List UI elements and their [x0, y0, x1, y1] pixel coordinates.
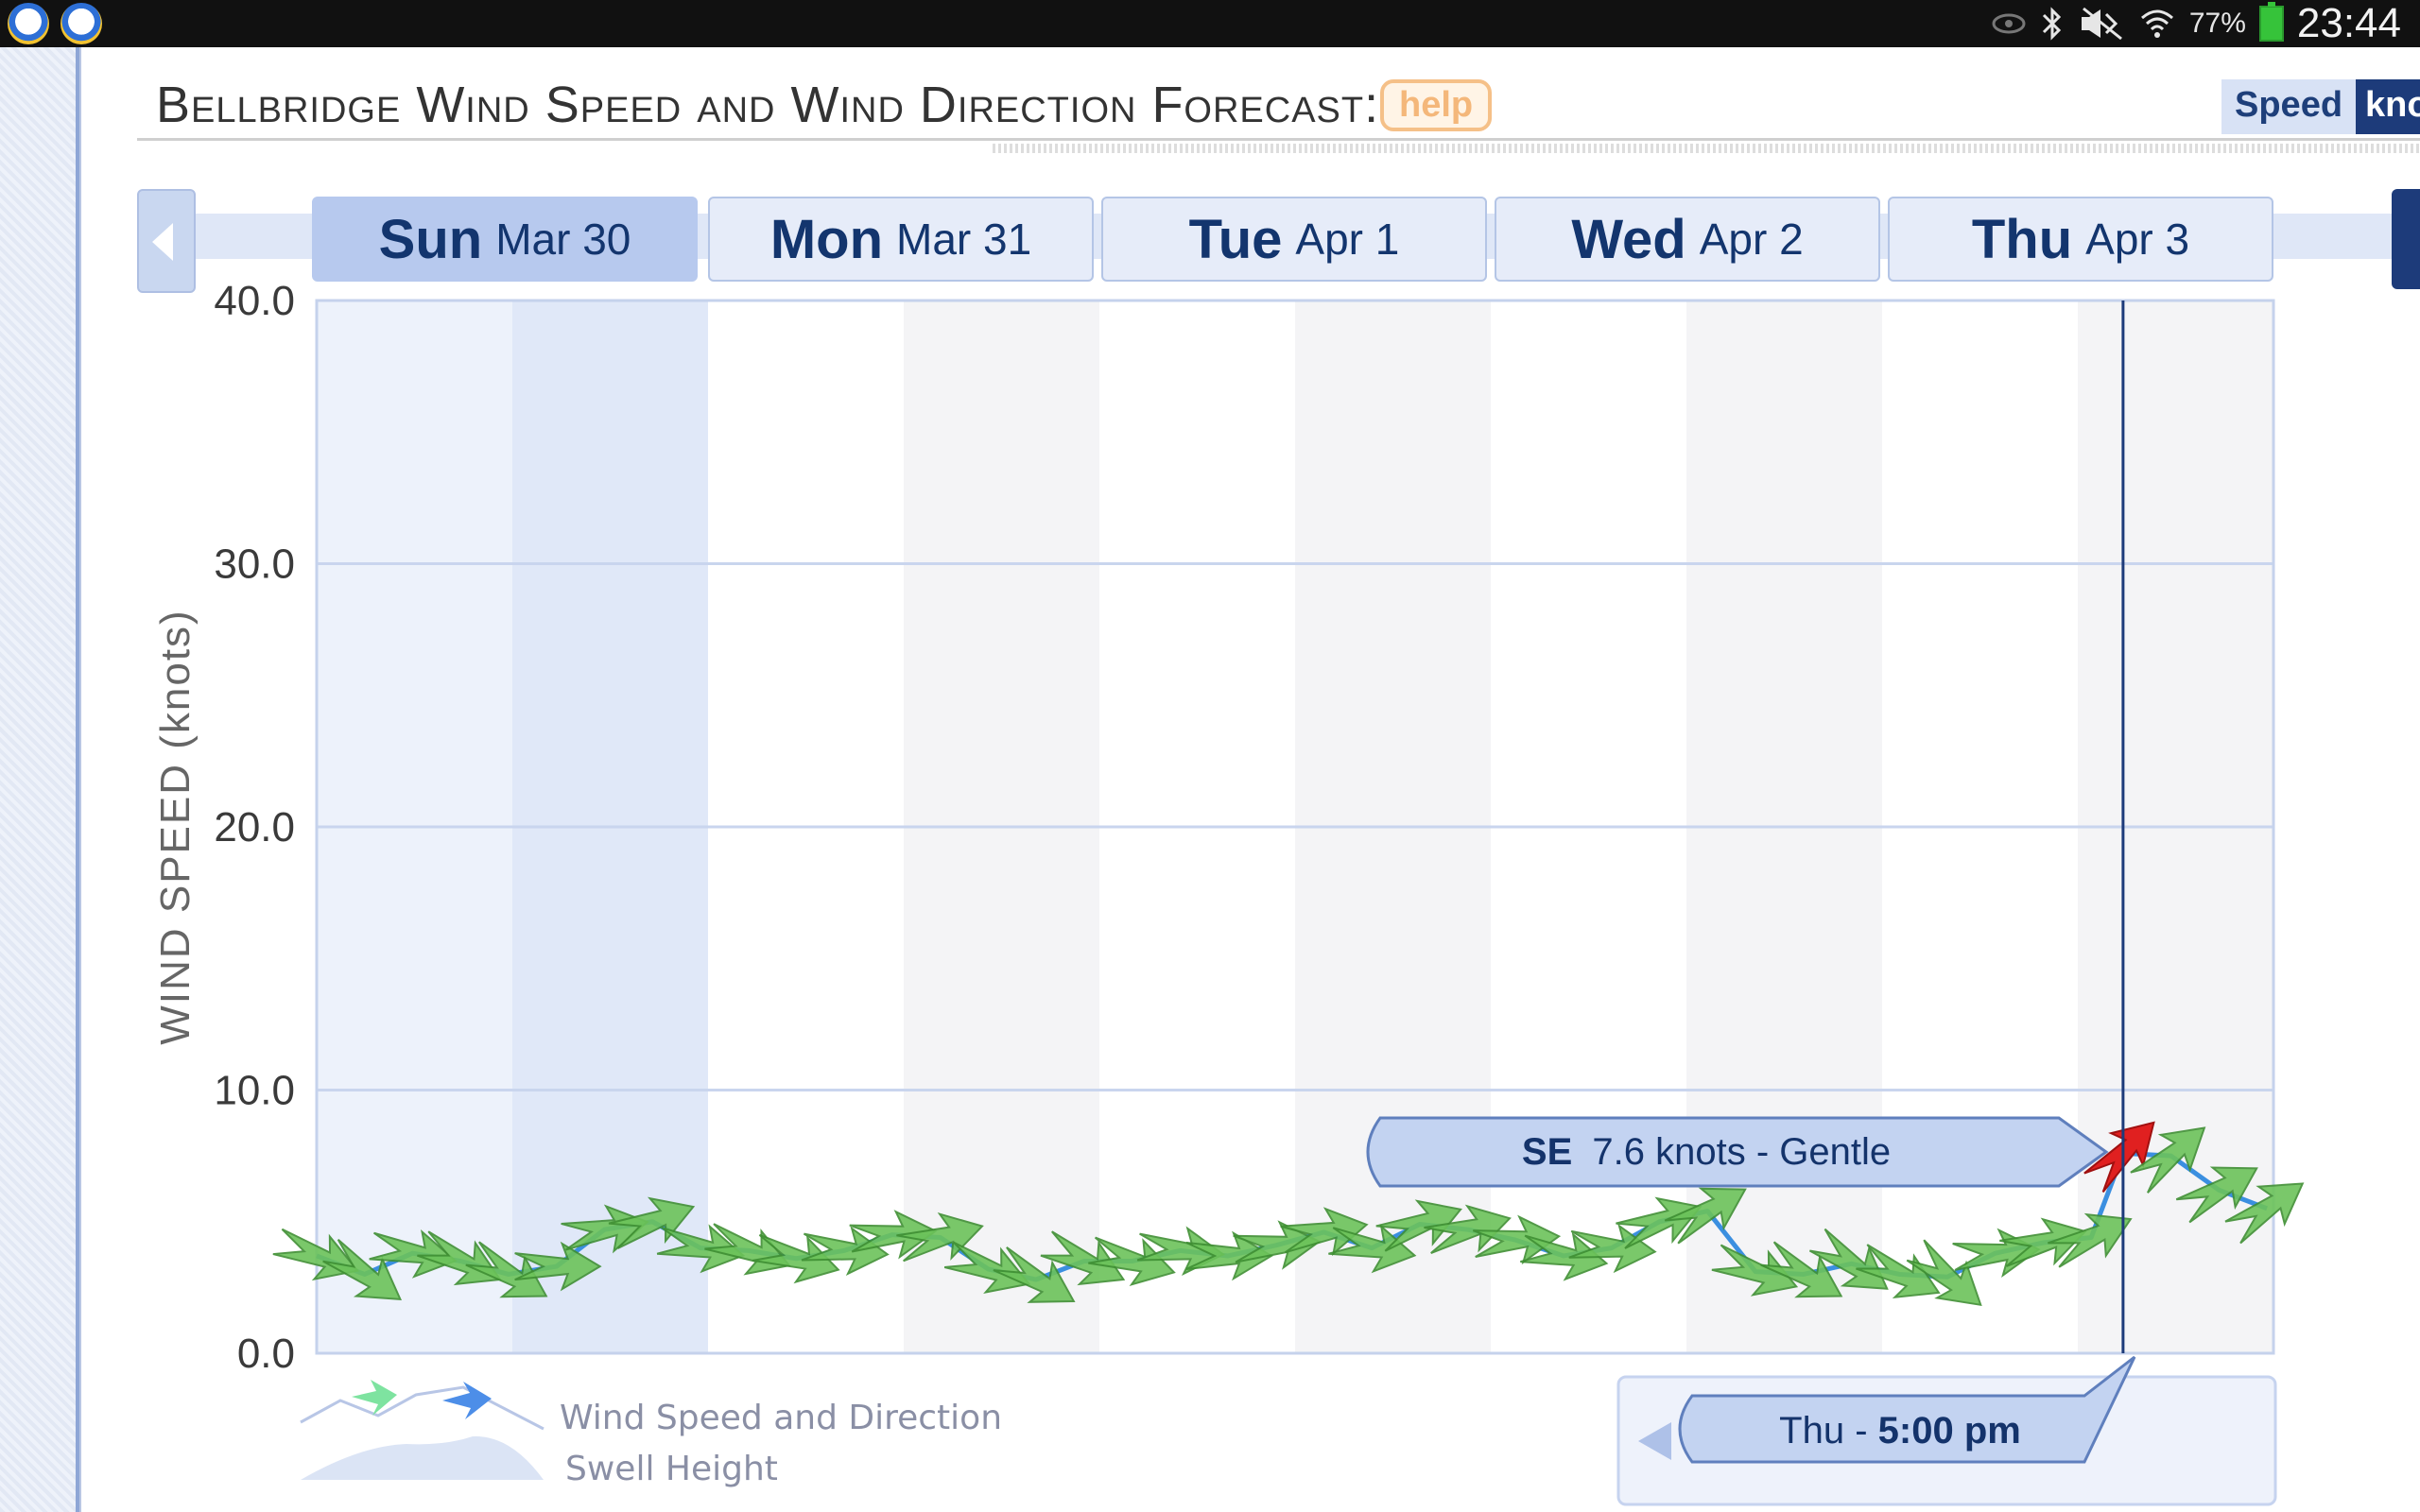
- tooltip-direction: SE: [1522, 1131, 1572, 1173]
- tooltip-label: SE 7.6 knots - Gentle: [1522, 1131, 1891, 1173]
- time-marker-label: Thu - 5:00 pm: [1779, 1410, 2021, 1452]
- y-tick-label: 30.0: [214, 541, 295, 588]
- y-tick-label: 0.0: [237, 1331, 295, 1377]
- time-marker-day: Thu -: [1779, 1410, 1877, 1452]
- y-tick-label: 10.0: [214, 1068, 295, 1114]
- wind-chart: 0.0 10.0 20.0 30.0 40.0 WIND SPEED (knots) S…: [152, 278, 2305, 1506]
- y-tick-label: 40.0: [214, 278, 295, 324]
- chart-legend: Wind Speed and Direction Swell Height: [300, 1380, 1002, 1488]
- value-tooltip: SE 7.6 knots - Gentle: [1366, 1116, 2109, 1188]
- legend-swell-label: Swell Height: [565, 1450, 778, 1488]
- legend-swell-swatch: [301, 1435, 544, 1480]
- legend-wind-label: Wind Speed and Direction: [560, 1399, 1002, 1437]
- y-axis-title: WIND SPEED (knots): [152, 609, 199, 1044]
- tooltip-value: 7.6 knots - Gentle: [1592, 1131, 1891, 1173]
- time-marker-panel: Thu - 5:00 pm: [1616, 1355, 2277, 1506]
- legend-wind-swatch: [300, 1380, 544, 1431]
- time-marker-time: 5:00 pm: [1878, 1410, 2021, 1452]
- y-axis-ticks: 0.0 10.0 20.0 30.0 40.0: [214, 278, 295, 1377]
- y-tick-label: 20.0: [214, 804, 295, 850]
